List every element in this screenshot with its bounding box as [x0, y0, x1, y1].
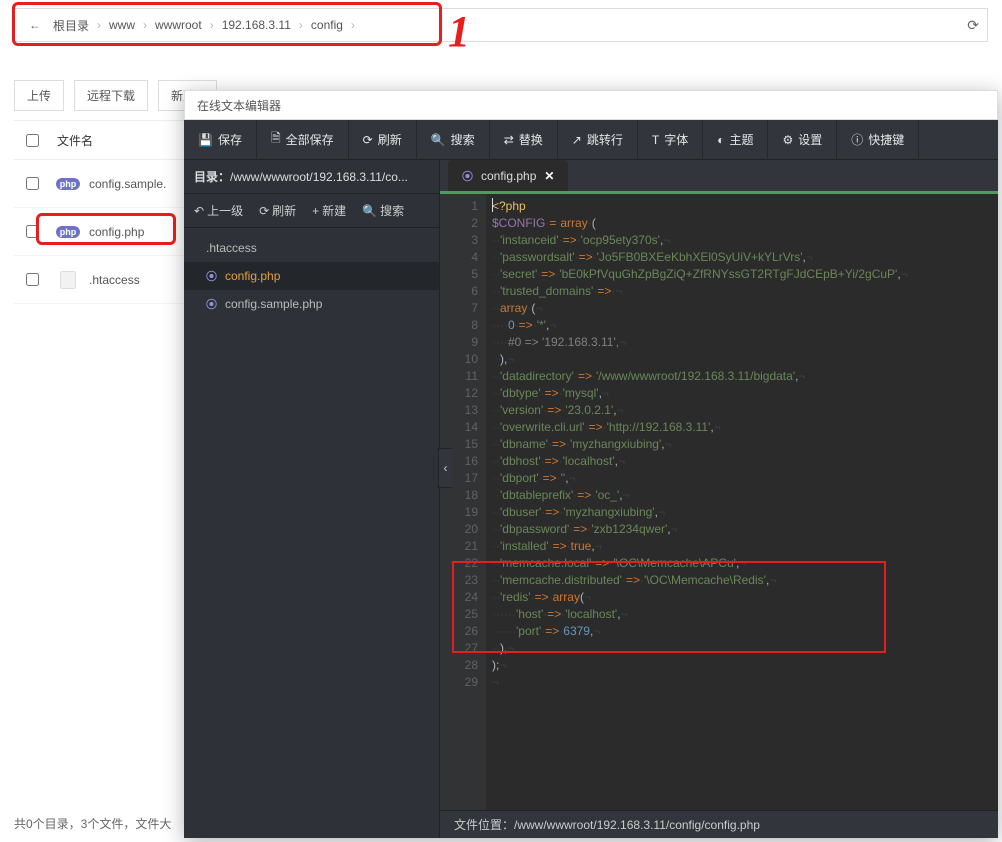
crumb-root[interactable]: 根目录: [47, 17, 95, 34]
sidebar-toolbar: ↶上一级 ⟳刷新 +新建 🔍搜索: [184, 194, 439, 228]
sidebar-search-button[interactable]: 🔍搜索: [358, 202, 408, 219]
tab-config[interactable]: ⦿ config.php ✕: [448, 160, 568, 191]
search-icon: 🔍: [362, 204, 377, 218]
refresh-button[interactable]: ⟳刷新: [349, 120, 417, 160]
crumb-ip[interactable]: 192.168.3.11: [216, 18, 297, 32]
sidebar-new-button[interactable]: +新建: [308, 202, 350, 219]
theme-icon: ◐: [717, 133, 724, 147]
replace-icon: ⇄: [504, 133, 514, 147]
shortcuts-button[interactable]: ⓘ快捷键: [837, 120, 919, 160]
refresh-icon: ⟳: [363, 133, 373, 147]
file-tree: .htaccess ⦿config.php ⦿config.sample.php: [184, 228, 439, 838]
crumb-config[interactable]: config: [305, 18, 349, 32]
up-level-button[interactable]: ↶上一级: [190, 202, 247, 219]
line-gutter: 1234567891011121314151617181920212223242…: [440, 194, 486, 810]
php-icon: php: [57, 224, 79, 240]
goto-icon: ↗: [572, 133, 582, 147]
code-editor[interactable]: 1234567891011121314151617181920212223242…: [440, 194, 998, 810]
search-button[interactable]: 🔍搜索: [417, 120, 490, 160]
filename-column: 文件名: [57, 132, 93, 149]
goto-button[interactable]: ↗跳转行: [558, 120, 638, 160]
save-button[interactable]: 💾保存: [184, 120, 257, 160]
plus-icon: +: [312, 204, 319, 218]
editor-window: 在线文本编辑器 💾保存 🗎全部保存 ⟳刷新 🔍搜索 ⇄替换 ↗跳转行 T字体 ◐…: [184, 90, 998, 838]
tree-node-htaccess[interactable]: .htaccess: [184, 234, 439, 262]
tab-bar: ⦿ config.php ✕: [440, 160, 998, 194]
close-icon[interactable]: ✕: [544, 169, 554, 183]
breadcrumb: ← 根目录› www› wwwroot› 192.168.3.11› confi…: [14, 8, 988, 42]
editor-main: ⦿ config.php ✕ 1234567891011121314151617…: [440, 160, 998, 838]
tree-node-config-sample[interactable]: ⦿config.sample.php: [184, 290, 439, 318]
font-icon: T: [652, 133, 659, 147]
tree-node-config[interactable]: ⦿config.php: [184, 262, 439, 290]
save-all-button[interactable]: 🗎全部保存: [257, 120, 349, 160]
file-name[interactable]: config.sample.: [89, 177, 166, 191]
row-checkbox[interactable]: [26, 273, 39, 286]
info-icon: ⓘ: [851, 131, 863, 148]
save-all-icon: 🗎: [271, 129, 281, 150]
php-icon: ⦿: [206, 296, 217, 312]
status-bar: 文件位置： /www/wwwroot/192.168.3.11/config/c…: [440, 810, 998, 838]
php-icon: ⦿: [206, 268, 217, 284]
collapse-sidebar-handle[interactable]: ‹: [438, 448, 452, 488]
row-checkbox[interactable]: [26, 225, 39, 238]
editor-title: 在线文本编辑器: [184, 90, 998, 120]
crumb-wwwroot[interactable]: wwwroot: [149, 18, 208, 32]
refresh-icon[interactable]: ⟳: [967, 17, 979, 34]
cursor: [492, 198, 493, 212]
php-icon: php: [57, 176, 79, 192]
settings-button[interactable]: ⚙设置: [768, 120, 837, 160]
sidebar-refresh-button[interactable]: ⟳刷新: [255, 202, 300, 219]
back-icon[interactable]: ←: [23, 18, 47, 32]
row-checkbox[interactable]: [26, 177, 39, 190]
editor-toolbar: 💾保存 🗎全部保存 ⟳刷新 🔍搜索 ⇄替换 ↗跳转行 T字体 ◐主题 ⚙设置 ⓘ…: [184, 120, 998, 160]
select-all-checkbox[interactable]: [26, 134, 39, 147]
font-button[interactable]: T字体: [638, 120, 703, 160]
sidebar-path: 目录：/www/wwwroot/192.168.3.11/co...: [184, 160, 439, 194]
file-icon: [57, 272, 79, 288]
file-name[interactable]: .htaccess: [89, 273, 140, 287]
refresh-icon: ⟳: [259, 204, 269, 218]
code-content[interactable]: <?php$CONFIG·=·array·(··'instanceid'·=>·…: [486, 194, 998, 810]
php-icon: ⦿: [462, 168, 473, 184]
gear-icon: ⚙: [782, 133, 793, 147]
remote-download-button[interactable]: 远程下载: [74, 80, 148, 111]
crumb-www[interactable]: www: [103, 18, 141, 32]
footer-summary: 共0个目录，3个文件，文件大: [14, 815, 171, 832]
editor-sidebar: 目录：/www/wwwroot/192.168.3.11/co... ↶上一级 …: [184, 160, 440, 838]
up-icon: ↶: [194, 204, 204, 218]
search-icon: 🔍: [431, 133, 446, 147]
replace-button[interactable]: ⇄替换: [490, 120, 558, 160]
save-icon: 💾: [198, 133, 213, 147]
theme-button[interactable]: ◐主题: [703, 120, 768, 160]
upload-button[interactable]: 上传: [14, 80, 64, 111]
file-name[interactable]: config.php: [89, 225, 144, 239]
